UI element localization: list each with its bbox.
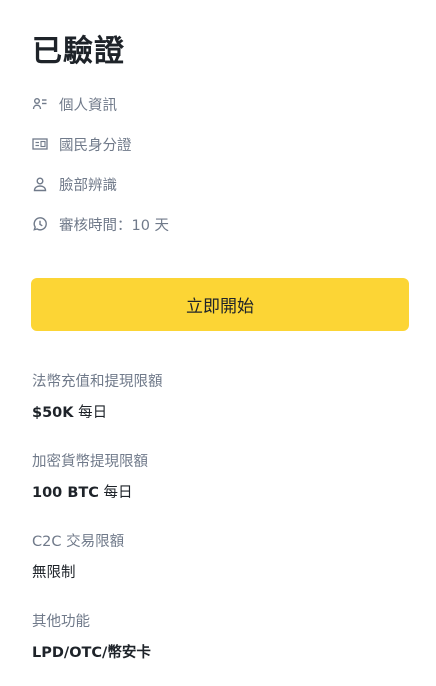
limit-suffix: 每日 <box>98 485 133 501</box>
limit-amount: $50K <box>32 405 74 421</box>
limit-value-crypto: 100 BTC 每日 <box>32 481 133 502</box>
limit-value-fiat: $50K 每日 <box>32 401 107 422</box>
personal-info-icon <box>32 96 48 112</box>
limit-suffix: 每日 <box>73 405 108 421</box>
review-time-icon <box>32 216 48 232</box>
id-card-icon <box>32 136 48 152</box>
start-now-label: 立即開始 <box>186 297 254 316</box>
face-verification-icon <box>32 176 48 192</box>
requirement-label: 臉部辨識 <box>59 177 117 194</box>
limit-amount: LPD/OTC/幣安卡 <box>32 645 151 661</box>
requirement-personal-info: 個人資訊 <box>32 93 117 115</box>
requirement-label: 個人資訊 <box>59 97 117 114</box>
requirement-label: 審核時間：10 天 <box>59 217 170 234</box>
limit-label-c2c: C2C 交易限額 <box>32 534 125 550</box>
limit-amount: 100 BTC <box>32 485 99 501</box>
page-title: 已驗證 <box>32 34 125 69</box>
limit-value-c2c: 無限制 <box>32 561 76 582</box>
limit-label-other: 其他功能 <box>32 614 90 630</box>
limit-label-fiat: 法幣充值和提現限額 <box>32 374 163 390</box>
requirement-review-time: 審核時間：10 天 <box>32 213 169 235</box>
requirement-id-card: 國民身分證 <box>32 133 132 155</box>
start-now-button[interactable]: 立即開始 <box>31 278 409 331</box>
limit-label-crypto: 加密貨幣提現限額 <box>32 454 148 470</box>
limit-suffix: 無限制 <box>32 565 76 581</box>
limit-value-other: LPD/OTC/幣安卡 <box>32 641 151 662</box>
requirement-face: 臉部辨識 <box>32 173 117 195</box>
requirement-label: 國民身分證 <box>59 137 132 154</box>
